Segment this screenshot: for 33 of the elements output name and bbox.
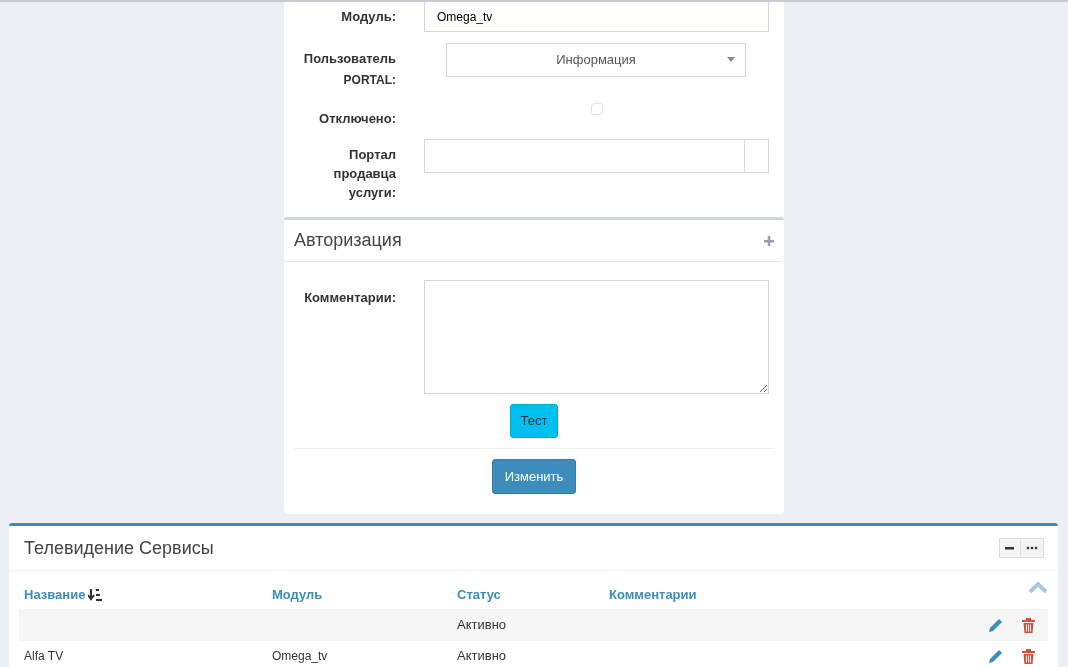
table-cell: Активно xyxy=(457,616,507,632)
delete-icon[interactable] xyxy=(1021,617,1035,633)
sort-icon[interactable] xyxy=(88,588,103,601)
field-label: PORTAL: xyxy=(342,72,396,89)
table-cell: Alfa TV xyxy=(24,648,64,663)
field-label: Пользователь xyxy=(302,50,396,68)
column-header[interactable]: Модуль xyxy=(272,585,323,605)
field-label: Модуль: xyxy=(341,9,396,24)
portal-input[interactable] xyxy=(424,139,769,173)
field-label: Отключено: xyxy=(319,111,396,126)
column-header[interactable]: Название xyxy=(24,585,103,605)
save-button[interactable]: Изменить xyxy=(491,458,577,494)
plus-icon[interactable] xyxy=(764,235,774,246)
panel-title: Телевидение Сервисы xyxy=(24,536,214,560)
field-label: Комментарии: xyxy=(304,290,396,305)
column-header[interactable]: Статус xyxy=(457,585,501,605)
field-label: Портал продавца услуги: xyxy=(332,146,396,202)
comments-field[interactable] xyxy=(424,280,769,394)
edit-icon[interactable] xyxy=(988,617,1003,633)
test-button[interactable]: Тест xyxy=(509,404,559,438)
select-value: Информация xyxy=(556,51,636,70)
table-cell: Omega_tv xyxy=(272,648,328,663)
column-header[interactable]: Комментарии xyxy=(609,585,697,605)
section-title: Авторизация xyxy=(294,229,402,252)
user-select[interactable]: Информация xyxy=(446,43,746,77)
edit-icon[interactable] xyxy=(988,648,1003,664)
collapse-button[interactable] xyxy=(999,538,1021,558)
module-input[interactable]: Omega_tv xyxy=(424,2,769,32)
section-header[interactable]: Авторизация xyxy=(284,217,784,261)
table-cell: Активно xyxy=(457,647,507,663)
more-button[interactable] xyxy=(1021,538,1044,558)
delete-icon[interactable] xyxy=(1021,648,1035,664)
dropdown-caret-icon xyxy=(727,57,735,62)
